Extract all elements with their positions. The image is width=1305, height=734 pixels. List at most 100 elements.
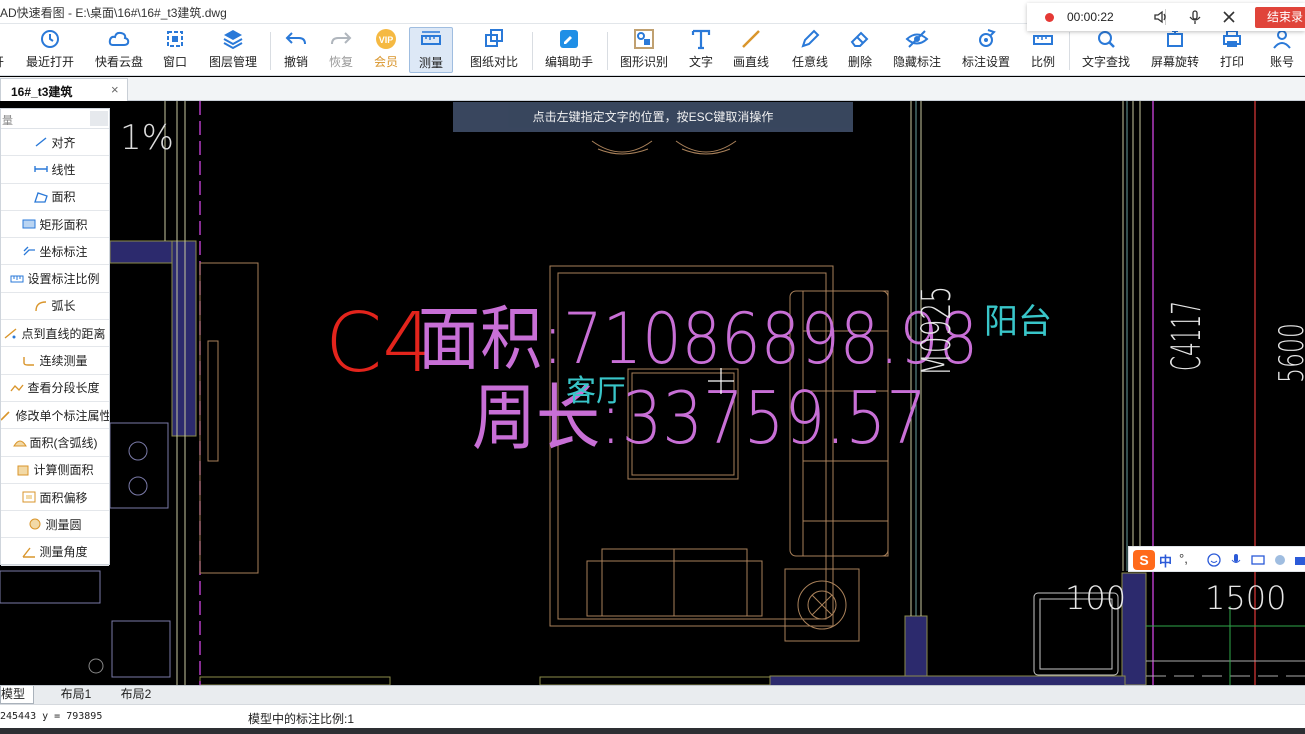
cloud-disk-button[interactable]: 快看云盘 <box>93 27 145 73</box>
speaker-icon[interactable] <box>1153 9 1169 25</box>
tab-model[interactable]: 模型 <box>0 686 34 704</box>
drawing-canvas[interactable]: C4 面积:71086898.98 周长:33759.57 客厅 阳台 1% M… <box>0 101 1305 685</box>
redo-button[interactable]: 恢复 <box>327 27 355 73</box>
eraser-icon <box>850 31 869 47</box>
measure-point-line-item[interactable]: 点到直线的距离 <box>1 320 109 348</box>
svg-text:VIP: VIP <box>379 35 394 45</box>
measure-button[interactable]: 测量 <box>409 27 453 73</box>
area-offset-icon <box>22 491 36 503</box>
freehand-line-button[interactable]: 任意线 <box>790 27 830 73</box>
open-arrow-icon <box>0 27 15 51</box>
room-label-living: 客厅 <box>566 374 626 409</box>
sogou-logo-icon[interactable]: S <box>1133 550 1155 570</box>
measure-arc-length-item[interactable]: 弧长 <box>1 293 109 321</box>
ime-punct-toggle[interactable]: °, <box>1179 551 1188 566</box>
measure-search-box[interactable]: 量 <box>1 109 109 129</box>
window-label-c4117: C4117 <box>1164 301 1210 371</box>
measure-linear-item[interactable]: 线性 <box>1 156 109 184</box>
document-tab-bar: 16#_t3建筑 × <box>0 77 1305 101</box>
skin-icon[interactable] <box>1273 553 1287 567</box>
cursor-coordinates: 245443 y = 793895 <box>0 711 103 722</box>
measure-rect-area-item[interactable]: 矩形面积 <box>1 211 109 239</box>
eye-off-icon <box>905 30 929 48</box>
ime-mode-toggle[interactable]: 中 <box>1159 551 1172 570</box>
rect-area-icon <box>22 219 36 229</box>
recent-open-button[interactable]: 最近打开 <box>24 27 76 73</box>
measure-continuous-item[interactable]: 连续测量 <box>1 347 109 375</box>
measure-tool-panel: 量 对齐 线性 面积 矩形面积 坐标标注 设置标注比例 弧长 点到直线的距离 连… <box>0 108 110 566</box>
undo-button[interactable]: 撤销 <box>282 27 310 73</box>
screen-recorder-widget: 00:00:22 结束录 <box>1027 3 1305 31</box>
document-tab-name: 16#_t3建筑 <box>11 85 73 99</box>
hide-dimension-button[interactable]: 隐藏标注 <box>891 27 943 73</box>
toolbox-icon[interactable] <box>1293 553 1305 567</box>
undo-icon <box>285 32 306 45</box>
ruler-icon <box>421 31 441 45</box>
measure-align-item[interactable]: 对齐 <box>1 129 109 157</box>
find-text-button[interactable]: 文字查找 <box>1080 27 1132 73</box>
recording-dot-icon <box>1045 13 1054 22</box>
scale-button[interactable]: 比例 <box>1029 27 1057 73</box>
tab-layout1[interactable]: 布局1 <box>48 686 104 704</box>
cad-drawing: C4 面积:71086898.98 周长:33759.57 客厅 阳台 1% M… <box>0 101 1305 685</box>
ime-toolbar: S 中 °, <box>1128 546 1305 572</box>
vip-member-button[interactable]: VIP 会员 <box>372 27 400 73</box>
delete-button[interactable]: 删除 <box>846 27 874 73</box>
dimension-settings-button[interactable]: 标注设置 <box>960 27 1012 73</box>
close-tab-icon[interactable]: × <box>111 82 119 97</box>
room-label-balcony: 阳台 <box>984 302 1052 342</box>
emoji-icon[interactable] <box>1207 553 1221 567</box>
measure-area-arc-item[interactable]: 面积(含弧线) <box>1 429 109 457</box>
compare-icon <box>485 29 503 47</box>
text-tool-button[interactable]: 文字 <box>687 27 715 73</box>
toolbar-separator <box>1069 32 1070 70</box>
measure-search-label: 量 <box>2 115 13 127</box>
end-recording-button[interactable]: 结束录 <box>1255 7 1305 28</box>
toolbar-separator <box>532 32 533 70</box>
measure-area-offset-item[interactable]: 面积偏移 <box>1 484 109 512</box>
dimension-label-100: 100 <box>1065 579 1126 617</box>
redo-icon <box>331 32 352 45</box>
window-button[interactable]: 窗口 <box>160 27 190 73</box>
tab-layout2[interactable]: 布局2 <box>108 686 164 704</box>
line-icon <box>742 30 760 48</box>
taskbar-edge <box>0 728 1305 734</box>
gear-pen-icon <box>979 29 996 47</box>
area-icon <box>34 191 49 203</box>
slope-label: 1% <box>120 118 174 158</box>
measure-edit-attr-item[interactable]: 修改单个标注属性 <box>1 402 109 430</box>
toolbar-separator <box>270 32 271 70</box>
edit-assistant-icon <box>560 30 578 48</box>
edit-assistant-button[interactable]: 编辑助手 <box>543 27 595 73</box>
linear-dim-icon <box>34 166 49 173</box>
cloud-icon <box>108 31 130 46</box>
door-label-m0925: M0925 <box>914 286 960 376</box>
measure-angle-item[interactable]: 测量角度 <box>1 538 109 566</box>
microphone-icon[interactable] <box>1187 9 1203 25</box>
command-hint-banner: 点击左键指定文字的位置，按ESC键取消操作 <box>453 102 853 132</box>
draw-line-button[interactable]: 画直线 <box>731 27 771 73</box>
search-button[interactable] <box>90 111 108 126</box>
annotation-scale-status: 模型中的标注比例:1 <box>248 712 355 726</box>
layout-tab-bar: 模型 布局1 布局2 <box>0 685 1305 704</box>
drawing-compare-button[interactable]: 图纸对比 <box>468 27 520 73</box>
voice-mic-icon[interactable] <box>1229 553 1243 567</box>
vip-badge-icon: VIP <box>376 29 396 49</box>
measure-circle-item[interactable]: 测量圆 <box>1 511 109 539</box>
document-tab[interactable]: 16#_t3建筑 × <box>0 78 128 101</box>
measure-area-item[interactable]: 面积 <box>1 184 109 211</box>
account-button[interactable]: 账号 <box>1268 27 1296 73</box>
measure-set-scale-item[interactable]: 设置标注比例 <box>1 265 109 293</box>
print-button[interactable]: 打印 <box>1218 27 1246 73</box>
open-button[interactable]: 开 <box>0 27 12 73</box>
screen-rotate-button[interactable]: 屏幕旋转 <box>1149 27 1201 73</box>
window-frame-icon <box>167 31 183 47</box>
measure-side-area-item[interactable]: 计算侧面积 <box>1 457 109 484</box>
layer-manager-button[interactable]: 图层管理 <box>206 27 260 73</box>
shape-recognition-button[interactable]: 图形识别 <box>618 27 670 73</box>
recording-timer: 00:00:22 <box>1067 10 1114 24</box>
keyboard-icon[interactable] <box>1251 553 1265 567</box>
measure-segment-length-item[interactable]: 查看分段长度 <box>1 375 109 402</box>
close-icon[interactable] <box>1221 9 1237 25</box>
measure-coordinate-item[interactable]: 坐标标注 <box>1 238 109 266</box>
